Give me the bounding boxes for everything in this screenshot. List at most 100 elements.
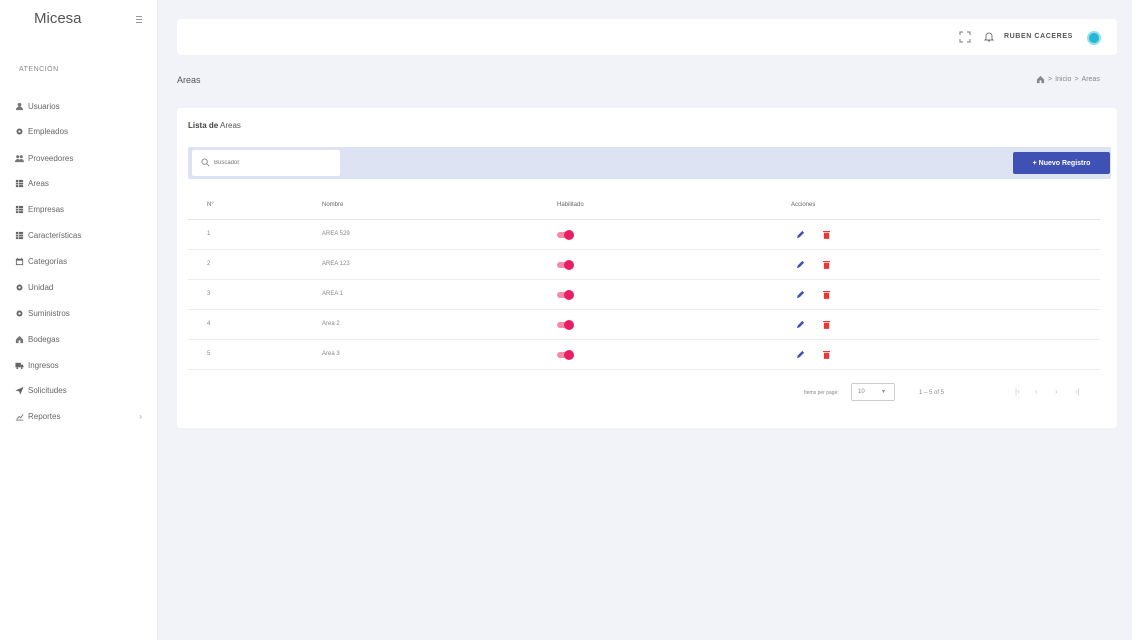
row-number: 2 xyxy=(207,261,211,267)
delete-icon[interactable] xyxy=(823,350,830,359)
home-icon[interactable] xyxy=(1036,75,1045,84)
fullscreen-icon[interactable] xyxy=(959,31,971,43)
sidebar-item-label: Areas xyxy=(28,178,49,188)
table-row: 2 AREA 123 xyxy=(188,250,1100,280)
sidebar-item-label: Proveedores xyxy=(28,153,74,163)
sidebar-item-usuarios[interactable]: Usuarios xyxy=(12,95,152,117)
sidebar-item-solicitudes[interactable]: Solicitudes xyxy=(12,379,152,401)
items-per-page-label: Items per page: xyxy=(804,390,839,396)
sidebar-item-empleados[interactable]: Empleados xyxy=(12,120,152,142)
enabled-toggle[interactable] xyxy=(557,320,574,330)
truck-icon xyxy=(12,358,26,372)
sidebar-item-label: Empresas xyxy=(28,204,65,214)
sidebar-item-empresas[interactable]: Empresas xyxy=(12,198,152,220)
new-record-button[interactable]: + Nuevo Registro xyxy=(1013,152,1110,174)
sidebar-item-label: Solicitudes xyxy=(28,385,67,395)
sidebar-item-label: Usuarios xyxy=(28,101,60,111)
chevron-down-icon: ▾ xyxy=(882,389,886,395)
grid-icon xyxy=(12,202,26,216)
breadcrumb-separator: > xyxy=(1048,76,1053,83)
edit-icon[interactable] xyxy=(796,320,805,329)
sidebar-item-label: Ingresos xyxy=(28,360,59,370)
breadcrumb-separator: > xyxy=(1074,76,1079,83)
sidebar-item-label: Bodegas xyxy=(28,334,60,344)
card-title-bold: Lista de xyxy=(188,121,219,130)
sidebar-item-label: Suministros xyxy=(28,308,70,318)
sidebar-item-caracteristicas[interactable]: Características xyxy=(12,224,152,246)
column-header-name[interactable]: Nombre xyxy=(322,202,343,208)
next-page-icon[interactable]: › xyxy=(1055,387,1058,396)
row-number: 3 xyxy=(207,291,211,297)
sidebar-item-areas[interactable]: Areas xyxy=(12,172,152,194)
sidebar-item-reportes[interactable]: Reportes › xyxy=(12,405,152,427)
gear-icon xyxy=(12,280,26,294)
brand-row: Micesa xyxy=(0,0,158,40)
sidebar-item-categorias[interactable]: Categorías xyxy=(12,250,152,272)
first-page-icon[interactable]: |‹ xyxy=(1015,387,1020,396)
enabled-toggle[interactable] xyxy=(557,260,574,270)
search-box xyxy=(192,150,340,176)
edit-icon[interactable] xyxy=(796,350,805,359)
row-number: 1 xyxy=(207,231,211,237)
breadcrumb-item-inicio[interactable]: Inicio xyxy=(1055,76,1071,83)
search-icon xyxy=(201,158,210,167)
edit-icon[interactable] xyxy=(796,290,805,299)
send-icon xyxy=(12,383,26,397)
gear-icon xyxy=(12,124,26,138)
user-name[interactable]: RUBEN CACERES xyxy=(1004,33,1073,40)
sidebar-item-label: Características xyxy=(28,230,82,240)
search-input[interactable] xyxy=(214,156,334,170)
last-page-icon[interactable]: ›| xyxy=(1075,387,1080,396)
table-row: 3 AREA 1 xyxy=(188,280,1100,310)
table-toolbar: + Nuevo Registro xyxy=(188,147,1111,179)
grid-icon xyxy=(12,228,26,242)
breadcrumb: > Inicio > Areas xyxy=(1036,75,1103,84)
avatar[interactable] xyxy=(1087,31,1101,45)
row-name: Area 3 xyxy=(322,351,340,357)
delete-icon[interactable] xyxy=(823,290,830,299)
column-header-enabled[interactable]: Habilitado xyxy=(557,202,584,208)
areas-card: Lista de Areas + Nuevo Registro N° Nombr… xyxy=(177,108,1117,428)
chevron-right-icon: › xyxy=(139,412,142,421)
page-title: Areas xyxy=(177,75,201,85)
previous-page-icon[interactable]: ‹ xyxy=(1035,387,1038,396)
table-row: 5 Area 3 xyxy=(188,340,1100,370)
home-icon xyxy=(12,332,26,346)
paginator: Items per page: 10 ▾ 1 – 5 of 5 |‹ ‹ › ›… xyxy=(177,380,1100,404)
sidebar-item-ingresos[interactable]: Ingresos xyxy=(12,354,152,376)
delete-icon[interactable] xyxy=(823,320,830,329)
areas-table: N° Nombre Habilitado Acciones 1 AREA 529 2… xyxy=(188,192,1100,370)
sidebar-item-label: Unidad xyxy=(28,282,54,292)
sidebar-item-label: Categorías xyxy=(28,256,68,266)
sidebar-item-label: Empleados xyxy=(28,126,69,136)
sidebar-item-unidad[interactable]: Unidad xyxy=(12,276,152,298)
bell-icon[interactable] xyxy=(983,31,995,43)
column-header-number[interactable]: N° xyxy=(207,202,214,208)
table-row: 4 Area 2 xyxy=(188,310,1100,340)
delete-icon[interactable] xyxy=(823,260,830,269)
team-icon xyxy=(12,151,26,165)
brand-logo: Micesa xyxy=(34,10,82,27)
row-name: AREA 123 xyxy=(322,261,350,267)
enabled-toggle[interactable] xyxy=(557,350,574,360)
delete-icon[interactable] xyxy=(823,230,830,239)
range-label: 1 – 5 of 5 xyxy=(919,390,945,396)
items-per-page-value: 10 xyxy=(858,389,865,395)
enabled-toggle[interactable] xyxy=(557,230,574,240)
edit-icon[interactable] xyxy=(796,260,805,269)
menu-toggle-icon[interactable] xyxy=(134,14,144,24)
row-number: 4 xyxy=(207,321,211,327)
card-title: Lista de Areas xyxy=(188,121,241,130)
items-per-page-select[interactable]: 10 ▾ xyxy=(851,383,895,401)
enabled-toggle[interactable] xyxy=(557,290,574,300)
sidebar-item-proveedores[interactable]: Proveedores xyxy=(12,147,152,169)
edit-icon[interactable] xyxy=(796,230,805,239)
sidebar-section-label: Atención xyxy=(19,66,59,73)
calendar-icon xyxy=(12,254,26,268)
user-icon xyxy=(12,99,26,113)
chart-icon xyxy=(12,409,26,423)
table-header-row: N° Nombre Habilitado Acciones xyxy=(188,192,1100,220)
sidebar-item-bodegas[interactable]: Bodegas xyxy=(12,328,152,350)
sidebar-item-suministros[interactable]: Suministros xyxy=(12,302,152,324)
row-number: 5 xyxy=(207,351,211,357)
